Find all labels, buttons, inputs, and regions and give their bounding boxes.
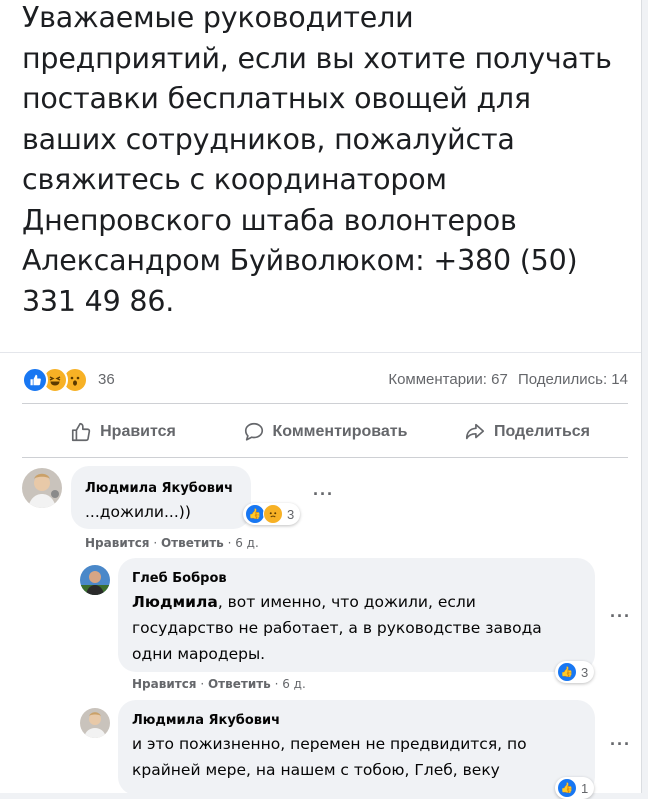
comment-reply-link[interactable]: Ответить [208, 677, 271, 691]
sad-icon [263, 504, 283, 524]
post-line: свяжитесь с координатором [22, 163, 447, 196]
comment-text: и это пожизненно, перемен не предвидится… [132, 735, 527, 779]
post-stats: 36 Комментарии: 67 Поделились: 14 [22, 366, 628, 394]
comment-meta: Нравится · Ответить · 6 д. [85, 536, 259, 550]
more-options-icon[interactable]: ··· [610, 734, 631, 755]
stats-right: Комментарии: 67 Поделились: 14 [382, 371, 628, 388]
post-line: Днепровского штаба волонтеров [22, 203, 517, 237]
avatar[interactable] [22, 468, 62, 508]
reaction-count: 36 [98, 371, 115, 388]
comment-like-link[interactable]: Нравится [85, 536, 150, 550]
comment-author[interactable]: Людмила Якубович [132, 713, 280, 728]
comment-author[interactable]: Людмила Якубович [85, 481, 233, 496]
comment-time[interactable]: 6 д. [235, 536, 259, 550]
comment-bubble: Глеб Бобров Людмила, вот именно, что дож… [118, 558, 595, 672]
comment-author[interactable]: Глеб Бобров [132, 571, 227, 586]
comment-text: ...дожили...)) [85, 503, 191, 521]
like-icon: 👍 [245, 504, 265, 524]
comment-reactions[interactable]: 👍 1 [555, 777, 595, 799]
avatar[interactable] [80, 565, 110, 595]
avatar[interactable] [80, 708, 110, 738]
post-line: Александром Буйволюком: +380 (50) [22, 244, 578, 277]
comment-time[interactable]: 6 д. [282, 677, 306, 691]
action-bar: Нравится Комментировать Поделиться [22, 412, 628, 452]
reaction-count: 3 [581, 664, 589, 680]
comment-reactions[interactable]: 👍 3 [555, 661, 595, 683]
post-card: Уважаемые руководители предприятий, если… [0, 0, 642, 799]
comment-reactions[interactable]: 👍 3 [243, 503, 301, 525]
divider [22, 403, 628, 404]
share-icon [465, 423, 485, 440]
divider [22, 457, 628, 458]
thumbs-up-icon [72, 422, 91, 442]
comment-bubble: Людмила Якубович ...дожили...)) [71, 466, 251, 529]
comment-meta: Нравится · Ответить · 6 д. [132, 677, 306, 691]
post-line: ваших сотрудников, пожалуйста [22, 122, 515, 156]
divider [0, 352, 641, 353]
comment-text: Людмила, вот именно, что дожили, если го… [132, 593, 542, 663]
reaction-count: 3 [287, 506, 295, 522]
share-label: Поделиться [493, 423, 591, 440]
comment-bubble: Людмила Якубович и это пожизненно, перем… [118, 700, 595, 795]
comment-reply-link[interactable]: Ответить [161, 536, 224, 550]
comment-icon [244, 422, 263, 441]
like-button[interactable]: Нравится [22, 412, 224, 452]
comment-label: Комментировать [272, 423, 408, 440]
comment-like-link[interactable]: Нравится [132, 677, 197, 691]
share-button[interactable]: Поделиться [426, 412, 628, 452]
more-options-icon[interactable]: ··· [313, 484, 334, 505]
shares-count-link[interactable]: Поделились: 14 [518, 371, 628, 388]
post-body: Уважаемые руководители предприятий, если… [22, 0, 632, 322]
post-line: предприятий, если вы хотите получать [22, 41, 612, 75]
more-options-icon[interactable]: ··· [610, 606, 631, 627]
like-icon [22, 367, 48, 393]
post-line: Уважаемые руководители [22, 1, 414, 34]
reaction-count: 1 [581, 780, 589, 796]
comments-count-link[interactable]: Комментарии: 67 [388, 371, 508, 388]
post-line: 331 49 86. [22, 284, 175, 318]
like-icon: 👍 [557, 778, 577, 798]
mention-link[interactable]: Людмила [132, 593, 218, 611]
like-label: Нравится [100, 423, 176, 440]
comment-button[interactable]: Комментировать [224, 412, 426, 452]
like-icon: 👍 [557, 662, 577, 682]
post-line: поставки бесплатных овощей для [22, 82, 531, 115]
